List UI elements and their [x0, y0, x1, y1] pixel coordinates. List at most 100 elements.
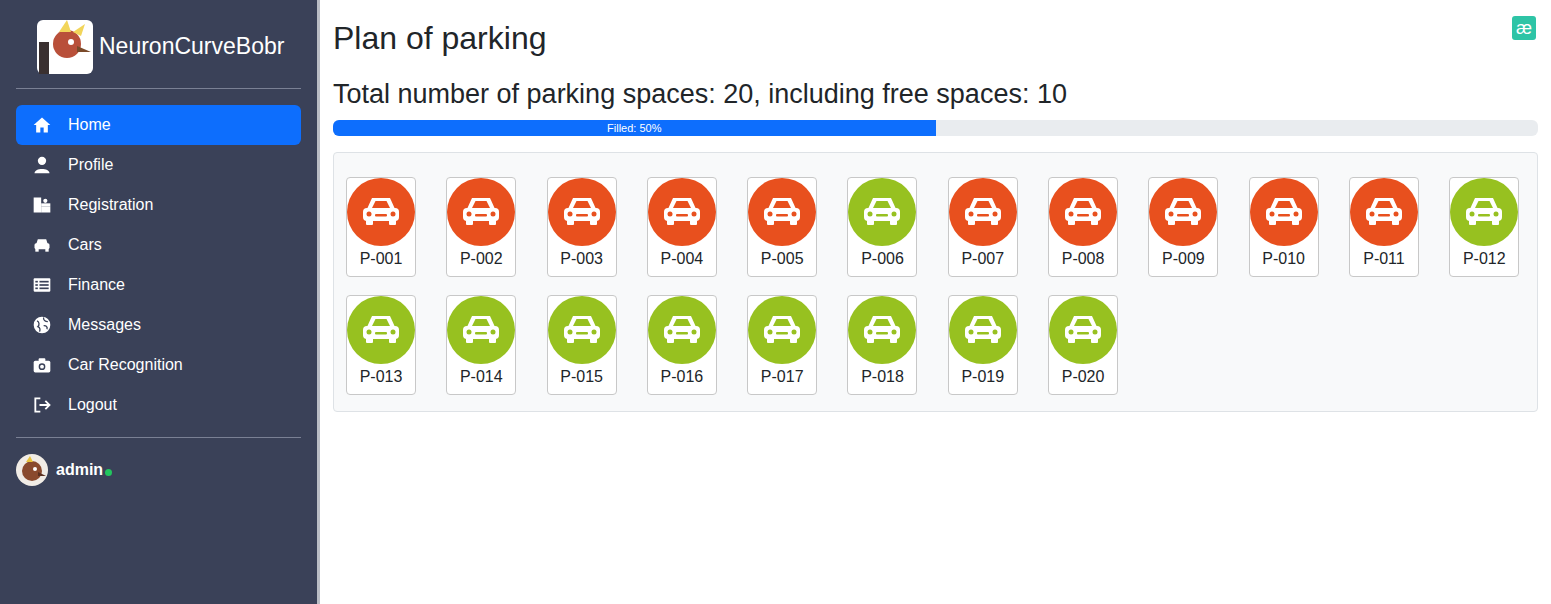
car-icon [1450, 178, 1518, 246]
parking-spot[interactable]: P-013 [346, 295, 416, 395]
title-row: Plan of parking æ [333, 16, 1538, 57]
sidebar-item-label: Profile [68, 156, 113, 174]
car-icon [648, 296, 716, 364]
sidebar-item[interactable]: Messages [16, 305, 301, 345]
parking-spot[interactable]: P-019 [948, 295, 1018, 395]
parking-spot-label: P-001 [360, 250, 403, 268]
sidebar-item-label: Finance [68, 276, 125, 294]
sidebar-item[interactable]: Registration [16, 185, 301, 225]
parking-spot[interactable]: P-005 [747, 177, 817, 277]
car-icon [447, 296, 515, 364]
car-icon [447, 178, 515, 246]
parking-spot[interactable]: P-008 [1048, 177, 1118, 277]
car-icon [1149, 178, 1217, 246]
sidebar-item-label: Registration [68, 196, 153, 214]
parking-spot[interactable]: P-015 [547, 295, 617, 395]
page-title: Plan of parking [333, 20, 546, 57]
car-icon [848, 296, 916, 364]
user-menu[interactable]: admin [16, 454, 301, 486]
parking-spot[interactable]: P-003 [547, 177, 617, 277]
parking-spot[interactable]: P-001 [346, 177, 416, 277]
main-content: Plan of parkingæTotal number of parking … [320, 0, 1551, 604]
car-icon [347, 296, 415, 364]
parking-spot-label: P-010 [1262, 250, 1305, 268]
parking-spot-label: P-002 [460, 250, 503, 268]
parking-spot-label: P-011 [1363, 250, 1405, 268]
parking-spot-label: P-017 [761, 368, 804, 386]
sidebar-item[interactable]: Finance [16, 265, 301, 305]
parking-spot-label: P-018 [861, 368, 904, 386]
parking-spot-label: P-009 [1162, 250, 1205, 268]
car-icon [949, 296, 1017, 364]
badge[interactable]: æ [1512, 16, 1536, 40]
parking-spot-label: P-014 [460, 368, 503, 386]
divider [16, 88, 301, 89]
sidebar-item[interactable]: Car Recognition [16, 345, 301, 385]
parking-spot[interactable]: P-014 [446, 295, 516, 395]
avatar-icon [16, 454, 48, 486]
sidebar-item-label: Car Recognition [68, 356, 183, 374]
car-icon [548, 178, 616, 246]
parking-spot-label: P-019 [961, 368, 1004, 386]
parking-spot[interactable]: P-011 [1349, 177, 1419, 277]
globe-icon [32, 315, 52, 335]
bird-logo-icon [37, 17, 93, 75]
camera-icon [32, 355, 52, 375]
parking-spot-label: P-007 [961, 250, 1004, 268]
parking-spot-label: P-020 [1062, 368, 1105, 386]
user-name: admin [56, 461, 103, 479]
list-icon [32, 275, 52, 295]
car-icon [1049, 178, 1117, 246]
sidebar-nav: Home Profile Registration Cars Finance Messag… [16, 105, 301, 425]
brand-name: NeuronCurveBobr [99, 33, 284, 60]
car-icon [347, 178, 415, 246]
parking-spot-label: P-005 [761, 250, 804, 268]
parking-spot-label: P-004 [661, 250, 704, 268]
parking-spot-label: P-016 [661, 368, 704, 386]
parking-spot[interactable]: P-020 [1048, 295, 1118, 395]
car-icon [949, 178, 1017, 246]
car-icon [1350, 178, 1418, 246]
parking-spot-label: P-012 [1463, 250, 1506, 268]
brand[interactable]: NeuronCurveBobr [16, 16, 301, 76]
app: NeuronCurveBobr Home Profile Registration Ca… [0, 0, 1551, 604]
parking-spot[interactable]: P-002 [446, 177, 516, 277]
car-icon [848, 178, 916, 246]
sidebar-item[interactable]: Profile [16, 145, 301, 185]
progress-bar: Filled: 50% [333, 120, 1538, 136]
parking-spot[interactable]: P-004 [647, 177, 717, 277]
building-icon [32, 195, 52, 215]
parking-plan: P-001 P-002 P-003 P-004 P-005 P-006 P-007 P-008… [333, 152, 1538, 412]
parking-spot[interactable]: P-009 [1148, 177, 1218, 277]
parking-spot[interactable]: P-016 [647, 295, 717, 395]
parking-spot-label: P-015 [560, 368, 603, 386]
user-icon [32, 155, 52, 175]
sidebar-item-label: Logout [68, 396, 117, 414]
parking-spot[interactable]: P-006 [847, 177, 917, 277]
sidebar-item[interactable]: Home [16, 105, 301, 145]
car-icon [1049, 296, 1117, 364]
sidebar: NeuronCurveBobr Home Profile Registration Ca… [0, 0, 320, 604]
sidebar-item[interactable]: Cars [16, 225, 301, 265]
sidebar-item-label: Cars [68, 236, 102, 254]
online-dot [105, 469, 112, 476]
parking-spot-label: P-006 [861, 250, 904, 268]
divider [16, 437, 301, 438]
parking-spot[interactable]: P-007 [948, 177, 1018, 277]
parking-spot[interactable]: P-012 [1449, 177, 1519, 277]
parking-spot[interactable]: P-010 [1249, 177, 1319, 277]
parking-spot[interactable]: P-018 [847, 295, 917, 395]
car-icon [32, 235, 52, 255]
parking-spot[interactable]: P-017 [747, 295, 817, 395]
parking-spot-label: P-013 [360, 368, 403, 386]
progress-fill: Filled: 50% [333, 120, 936, 136]
progress-label: Filled: 50% [607, 122, 661, 134]
sidebar-item-label: Messages [68, 316, 141, 334]
car-icon [748, 178, 816, 246]
parking-spot-label: P-003 [560, 250, 603, 268]
car-icon [548, 296, 616, 364]
sidebar-item[interactable]: Logout [16, 385, 301, 425]
logout-icon [32, 395, 52, 415]
car-icon [1250, 178, 1318, 246]
sidebar-item-label: Home [68, 116, 111, 134]
